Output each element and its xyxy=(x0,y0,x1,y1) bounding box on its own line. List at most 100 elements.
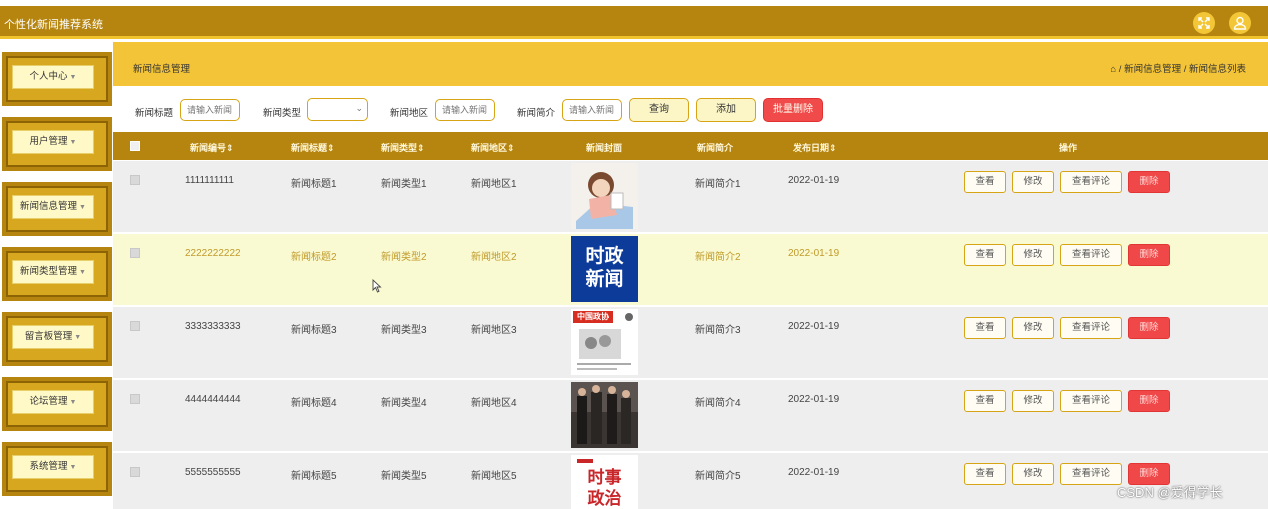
news-cover-image: 中国政协 xyxy=(571,309,638,375)
cell-title: 新闻标题3 xyxy=(291,325,337,336)
add-button[interactable]: 添加 xyxy=(696,98,756,122)
cell-date: 2022-01-19 xyxy=(788,394,840,405)
view-button[interactable]: 查看 xyxy=(964,171,1006,193)
news-cover-image xyxy=(571,382,638,448)
sidebar-item-news-type-management[interactable]: 新闻类型管理 ▼ xyxy=(2,247,112,301)
delete-button[interactable]: 删除 xyxy=(1128,244,1170,266)
sidebar-item-system-management[interactable]: 系统管理 ▼ xyxy=(2,442,112,496)
column-header-type[interactable]: 新闻类型⇕ xyxy=(381,141,425,154)
cell-title: 新闻标题1 xyxy=(291,179,337,190)
cell-title: 新闻标题5 xyxy=(291,471,337,482)
edit-button[interactable]: 修改 xyxy=(1012,317,1054,339)
view-button[interactable]: 查看 xyxy=(964,244,1006,266)
cell-id: 2222222222 xyxy=(185,248,241,259)
delete-button[interactable]: 删除 xyxy=(1128,317,1170,339)
sidebar-item-personal-center[interactable]: 个人中心 ▼ xyxy=(2,52,112,106)
query-button[interactable]: 查询 xyxy=(629,98,689,122)
page-title: 新闻信息管理 xyxy=(133,64,191,75)
view-comments-button[interactable]: 查看评论 xyxy=(1060,317,1122,339)
chevron-down-icon: ▼ xyxy=(69,399,77,406)
row-checkbox[interactable] xyxy=(130,248,140,258)
sidebar: 个人中心 ▼ 用户管理 ▼ 新闻信息管理 ▼ 新闻类型管理 ▼ 留言板管理 ▼ 论坛管理 ▼… xyxy=(0,42,112,509)
sidebar-item-forum-management[interactable]: 论坛管理 ▼ xyxy=(2,377,112,431)
column-header-region[interactable]: 新闻地区⇕ xyxy=(471,141,515,154)
sidebar-item-news-management[interactable]: 新闻信息管理 ▼ xyxy=(2,182,112,236)
chevron-down-icon: ▼ xyxy=(69,139,77,146)
sidebar-item-label: 论坛管理 ▼ xyxy=(12,390,94,414)
region-filter-label: 新闻地区 xyxy=(390,108,429,119)
edit-button[interactable]: 修改 xyxy=(1012,171,1054,193)
cell-title: 新闻标题2 xyxy=(291,252,337,263)
type-filter-select[interactable]: ⌄ xyxy=(307,98,368,121)
sidebar-item-text: 用户管理 xyxy=(29,136,68,147)
row-checkbox[interactable] xyxy=(130,394,140,404)
cell-date: 2022-01-19 xyxy=(788,248,840,259)
breadcrumb[interactable]: ⌂ / 新闻信息管理 / 新闻信息列表 xyxy=(1110,61,1246,75)
table-row: 5555555555 新闻标题5 新闻类型5 新闻地区5 时事 政治 新闻简介5… xyxy=(113,453,1268,509)
delete-button[interactable]: 删除 xyxy=(1128,171,1170,193)
edit-button[interactable]: 修改 xyxy=(1012,390,1054,412)
cover-text: 时政 xyxy=(585,245,624,267)
cell-intro: 新闻简介3 xyxy=(695,325,741,336)
cell-date: 2022-01-19 xyxy=(788,321,840,332)
news-cover-image: 时事 政治 xyxy=(571,455,638,509)
column-header-title[interactable]: 新闻标题⇕ xyxy=(291,141,335,154)
cover-text: 时事 xyxy=(587,468,622,488)
view-comments-button[interactable]: 查看评论 xyxy=(1060,171,1122,193)
chevron-down-icon: ▼ xyxy=(79,204,86,211)
region-filter-input[interactable] xyxy=(435,99,495,121)
cover-text: 政治 xyxy=(587,489,622,509)
sidebar-item-text: 新闻信息管理 xyxy=(20,201,78,212)
cell-region: 新闻地区4 xyxy=(471,398,517,409)
cell-region: 新闻地区3 xyxy=(471,325,517,336)
user-avatar-icon[interactable] xyxy=(1229,12,1251,34)
column-header-id[interactable]: 新闻编号⇕ xyxy=(190,141,234,154)
select-all-checkbox[interactable] xyxy=(130,141,140,151)
cell-type: 新闻类型4 xyxy=(381,398,427,409)
table-row: 4444444444 新闻标题4 新闻类型4 新闻地区4 新闻简介4 2022-… xyxy=(113,380,1268,452)
sidebar-item-user-management[interactable]: 用户管理 ▼ xyxy=(2,117,112,171)
chevron-down-icon: ▼ xyxy=(79,269,86,276)
column-header-actions: 操作 xyxy=(1059,143,1078,153)
edit-button[interactable]: 修改 xyxy=(1012,244,1054,266)
delete-button[interactable]: 删除 xyxy=(1128,390,1170,412)
cell-type: 新闻类型3 xyxy=(381,325,427,336)
cell-intro: 新闻简介4 xyxy=(695,398,741,409)
cell-type: 新闻类型1 xyxy=(381,179,427,190)
title-filter-input[interactable] xyxy=(180,99,240,121)
cell-id: 1111111111 xyxy=(185,175,234,186)
cell-intro: 新闻简介5 xyxy=(695,471,741,482)
sidebar-item-message-board[interactable]: 留言板管理 ▼ xyxy=(2,312,112,366)
row-checkbox[interactable] xyxy=(130,175,140,185)
view-button[interactable]: 查看 xyxy=(964,463,1006,485)
table-header: 新闻编号⇕ 新闻标题⇕ 新闻类型⇕ 新闻地区⇕ 新闻封面 新闻简介 发布日期⇕ … xyxy=(113,132,1268,160)
batch-delete-button[interactable]: 批量删除 xyxy=(763,98,823,122)
view-comments-button[interactable]: 查看评论 xyxy=(1060,390,1122,412)
chevron-down-icon: ▼ xyxy=(74,334,82,341)
sidebar-item-text: 新闻类型管理 xyxy=(20,266,78,277)
intro-filter-label: 新闻简介 xyxy=(517,108,556,119)
chevron-down-icon: ▼ xyxy=(69,74,77,81)
fullscreen-icon[interactable] xyxy=(1193,12,1215,34)
sidebar-item-label: 新闻类型管理 ▼ xyxy=(12,260,94,284)
intro-filter-input[interactable] xyxy=(562,99,622,121)
watermark: CSDN @爱得学长 xyxy=(1117,485,1223,500)
sidebar-item-text: 个人中心 xyxy=(29,71,68,82)
view-button[interactable]: 查看 xyxy=(964,390,1006,412)
sidebar-item-label: 个人中心 ▼ xyxy=(12,65,94,89)
sidebar-item-text: 留言板管理 xyxy=(24,331,73,342)
filter-bar: 新闻标题 新闻类型 ⌄ 新闻地区 新闻简介 查询 添加 批量删除 xyxy=(113,86,1268,132)
table-row: 3333333333 新闻标题3 新闻类型3 新闻地区3 中国政协 新闻简介3 … xyxy=(113,307,1268,379)
view-comments-button[interactable]: 查看评论 xyxy=(1060,244,1122,266)
sidebar-item-label: 留言板管理 ▼ xyxy=(12,325,94,349)
cell-region: 新闻地区5 xyxy=(471,471,517,482)
cell-id: 3333333333 xyxy=(185,321,241,332)
cell-id: 4444444444 xyxy=(185,394,241,405)
view-button[interactable]: 查看 xyxy=(964,317,1006,339)
row-checkbox[interactable] xyxy=(130,321,140,331)
row-checkbox[interactable] xyxy=(130,467,140,477)
cover-text: 新闻 xyxy=(585,268,624,290)
view-comments-button[interactable]: 查看评论 xyxy=(1060,463,1122,485)
column-header-date[interactable]: 发布日期⇕ xyxy=(793,141,837,154)
edit-button[interactable]: 修改 xyxy=(1012,463,1054,485)
